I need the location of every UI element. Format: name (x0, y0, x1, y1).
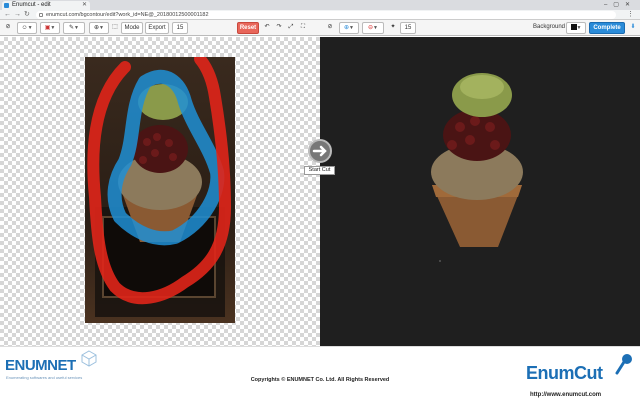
start-cut-button[interactable] (308, 139, 332, 163)
complete-button[interactable]: Complete (589, 22, 625, 34)
fullscreen-icon[interactable]: ⛶ (298, 22, 308, 34)
enumnet-logo[interactable]: ENUMNET (5, 357, 76, 374)
brush-size-input-1[interactable]: 15 (172, 22, 188, 34)
enumcut-url[interactable]: http://www.enumcut.com (530, 392, 601, 398)
foreground-tool-select[interactable]: ☺▼ (17, 22, 37, 34)
browser-tab[interactable]: Enumcut - edit ✕ (2, 1, 90, 10)
lock-icon (39, 13, 43, 17)
background-color-select[interactable]: ▼ (566, 22, 586, 34)
window-controls[interactable]: –▢✕ (604, 1, 636, 8)
source-photo (85, 57, 235, 323)
start-cut-label: Start Cut (304, 166, 335, 175)
url-field[interactable]: enumcut.com/bgcontour/edit?work_id=NE@_2… (36, 11, 616, 19)
browser-tab-strip: Enumcut - edit ✕ –▢✕ (0, 0, 640, 10)
photo-svg (85, 57, 235, 323)
result-preview (320, 37, 640, 346)
marker-tool-select[interactable]: ✎▼ (63, 22, 85, 34)
brush-size-input-2[interactable]: 15 (400, 22, 416, 34)
crop-icon[interactable]: ⬚ (111, 22, 119, 34)
redo-icon[interactable]: ↷ (274, 22, 284, 34)
brush-icon[interactable]: ✦ (388, 22, 398, 34)
close-tab-icon[interactable]: ✕ (82, 1, 87, 10)
result-svg (431, 73, 523, 262)
export-button[interactable]: Export (145, 22, 169, 34)
editor-toolbar: ⊘ ☺▼ ▣▼ ✎▼ ⊕▼ ⬚ Mode Export 15 Reset ↶ ↷… (0, 20, 640, 36)
mode-button[interactable]: Mode (121, 22, 143, 34)
address-bar-row: ← → ↻ enumcut.com/bgcontour/edit?work_id… (0, 10, 640, 20)
add-area-select[interactable]: ⊕▼ (339, 22, 359, 34)
eraser-icon[interactable]: ⊘ (324, 22, 336, 34)
download-icon[interactable]: ⬇ (628, 22, 638, 34)
fit-screen-icon[interactable]: ⤢ (286, 22, 296, 34)
editing-canvas[interactable] (0, 37, 320, 346)
url-text: enumcut.com/bgcontour/edit?work_id=NE@_2… (46, 12, 209, 18)
reset-button[interactable]: Reset (237, 22, 259, 34)
undo-icon[interactable]: ↶ (262, 22, 272, 34)
reload-icon[interactable]: ↻ (24, 11, 30, 19)
arrow-right-icon (312, 145, 327, 157)
pen-logo-icon (615, 354, 632, 375)
forward-icon[interactable]: → (14, 11, 21, 19)
background-label: Background (533, 24, 566, 30)
zoom-select[interactable]: ⊕▼ (89, 22, 109, 34)
remove-area-select[interactable]: ⊖▼ (362, 22, 384, 34)
page-footer: ENUMNET Enumerating softwares and useful… (0, 346, 640, 403)
favicon-icon (4, 3, 9, 8)
fill-tool-select[interactable]: ▣▼ (40, 22, 60, 34)
enumcut-logo[interactable]: EnumCut (526, 363, 603, 384)
tab-title: Enumcut - edit (12, 2, 51, 8)
browser-menu-icon[interactable]: ⋮ (627, 11, 634, 19)
back-icon[interactable]: ← (4, 11, 11, 19)
cube-logo-icon (81, 350, 97, 367)
brush-tool-icon[interactable]: ⊘ (2, 22, 14, 34)
